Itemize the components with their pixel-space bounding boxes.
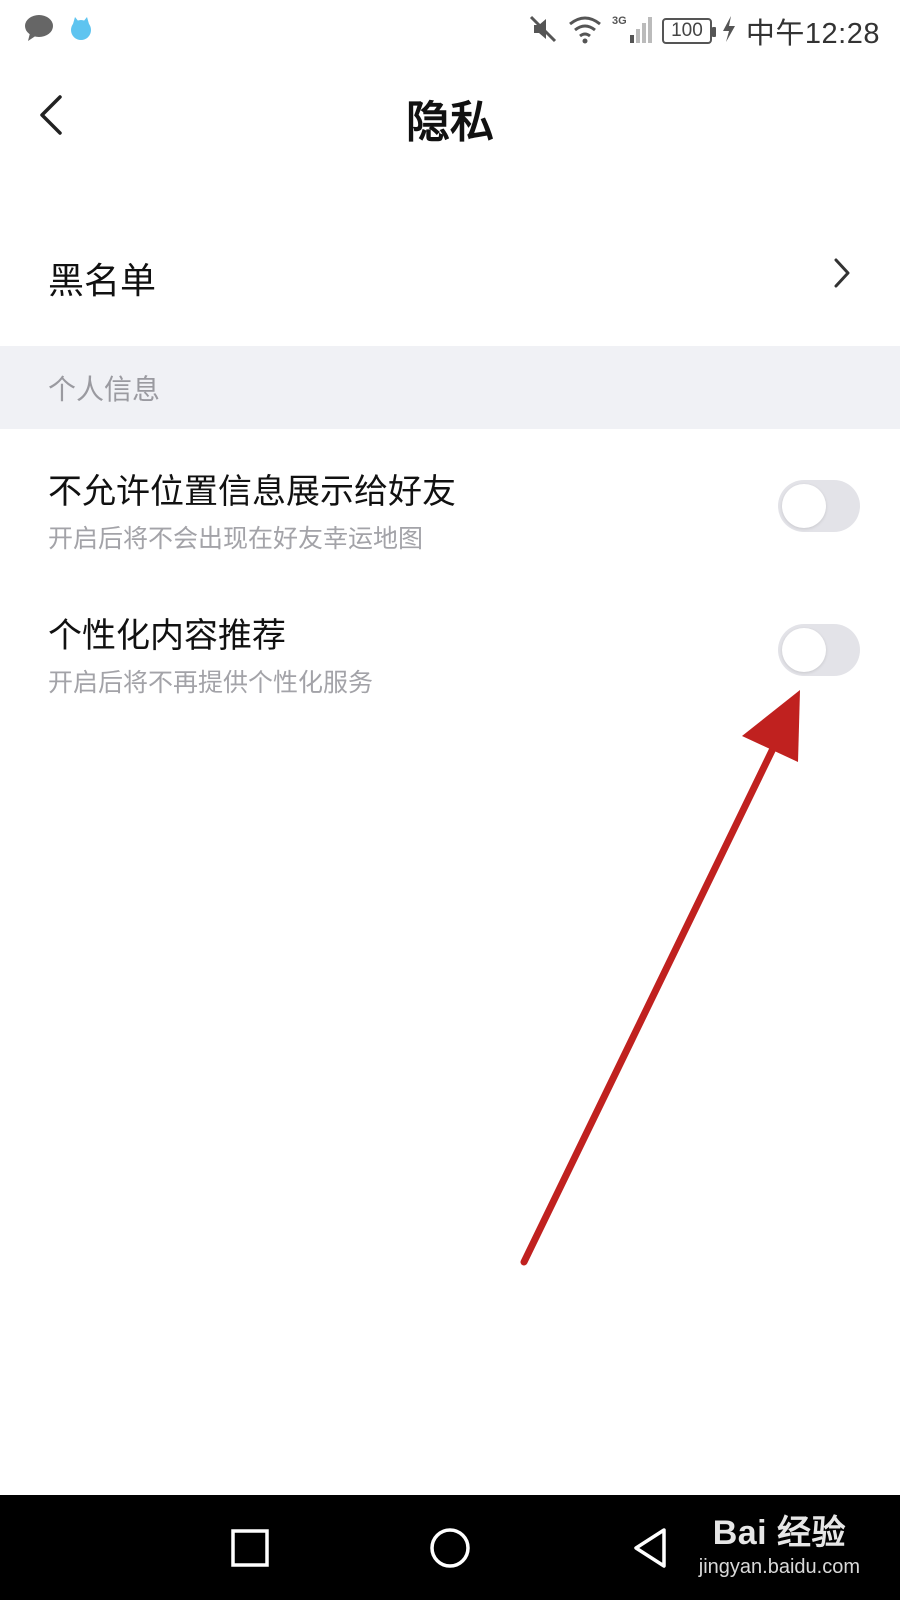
chat-icon — [24, 14, 54, 46]
battery-indicator: 100 — [661, 18, 716, 44]
charging-icon — [722, 16, 736, 46]
status-left-icons — [24, 14, 94, 46]
blacklist-row[interactable]: 黑名单 — [0, 228, 900, 346]
status-bar: 3G 100 中午12:28 — [0, 0, 900, 62]
setting-row-personalized-content: 个性化内容推荐 开启后将不再提供个性化服务 — [0, 580, 900, 710]
system-nav-bar: Bai 经验 jingyan.baidu.com — [0, 1495, 900, 1600]
setting-title: 不允许位置信息展示给好友 — [48, 472, 456, 512]
watermark-main: Bai 经验 — [712, 1514, 847, 1552]
app-icon — [68, 15, 94, 45]
section-label: 个人信息 — [48, 373, 161, 406]
page-title: 隐私 — [406, 97, 494, 148]
setting-row-hide-location: 不允许位置信息展示给好友 开启后将不会出现在好友幸运地图 — [0, 436, 900, 566]
recent-apps-icon[interactable] — [225, 1523, 275, 1573]
toggle-knob — [782, 484, 826, 528]
setting-title: 个性化内容推荐 — [48, 616, 286, 656]
wifi-icon — [568, 14, 602, 48]
home-icon[interactable] — [425, 1523, 475, 1573]
back-icon[interactable] — [625, 1523, 675, 1573]
section-header-personal-info: 个人信息 — [0, 346, 900, 429]
hide-location-toggle[interactable] — [778, 480, 860, 532]
signal-icon: 3G — [612, 13, 652, 49]
personalized-content-toggle[interactable] — [778, 624, 860, 676]
status-time: 中午12:28 — [745, 18, 880, 50]
baidu-watermark: Bai 经验 jingyan.baidu.com — [699, 1505, 860, 1579]
setting-subtitle: 开启后将不会出现在好友幸运地图 — [48, 524, 424, 553]
battery-level: 100 — [671, 20, 703, 41]
watermark-sub: jingyan.baidu.com — [698, 1556, 860, 1578]
status-right-icons: 3G 100 中午12:28 — [528, 10, 880, 52]
blacklist-label: 黑名单 — [48, 261, 157, 302]
privacy-screen: 3G 100 中午12:28 隐私 黑名单 个人信息 不允许位置信息展示给好友 … — [0, 0, 900, 1600]
setting-subtitle: 开启后将不再提供个性化服务 — [48, 668, 374, 697]
network-type-label: 3G — [612, 15, 627, 27]
mute-icon — [528, 14, 558, 48]
header-bar: 隐私 — [0, 62, 900, 172]
chevron-right-icon — [832, 256, 852, 294]
toggle-knob — [782, 628, 826, 672]
